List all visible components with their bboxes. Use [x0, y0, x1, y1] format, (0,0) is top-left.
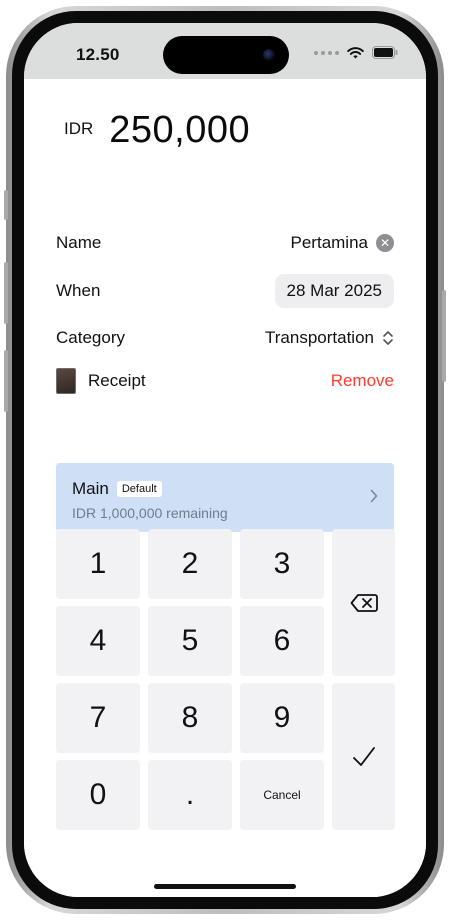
amount-display[interactable]: IDR 250,000: [64, 109, 250, 152]
dynamic-island: [163, 36, 289, 74]
currency-code: IDR: [64, 119, 94, 138]
key-1[interactable]: 1: [56, 529, 140, 599]
clear-name-icon[interactable]: ✕: [376, 234, 394, 252]
status-bar: 12.50: [24, 23, 426, 79]
battery-icon: [372, 46, 398, 59]
category-value: Transportation: [265, 328, 374, 347]
when-label: When: [56, 281, 101, 300]
key-3[interactable]: 3: [240, 529, 324, 599]
category-label: Category: [56, 328, 125, 347]
category-picker[interactable]: Transportation: [265, 328, 394, 348]
name-label: Name: [56, 233, 102, 252]
key-7[interactable]: 7: [56, 683, 140, 753]
default-badge: Default: [116, 481, 162, 497]
home-indicator[interactable]: [154, 884, 296, 889]
cancel-button[interactable]: Cancel: [240, 760, 324, 830]
name-value[interactable]: Pertamina: [291, 233, 368, 253]
confirm-button[interactable]: [332, 683, 395, 830]
key-4[interactable]: 4: [56, 606, 140, 676]
budget-remaining: IDR 1,000,000 remaining: [72, 505, 228, 521]
side-button-left-2: [4, 262, 8, 324]
budget-card[interactable]: Main Default IDR 1,000,000 remaining: [56, 463, 394, 532]
receipt-thumbnail[interactable]: [56, 368, 76, 394]
screen: 12.50 IDR 250,000 Name Pertamina ✕ When …: [24, 23, 426, 897]
status-time: 12.50: [76, 45, 120, 64]
chevron-up-down-icon: [383, 331, 393, 345]
wifi-icon: [347, 46, 364, 58]
category-row[interactable]: Category Transportation: [56, 326, 394, 350]
backspace-button[interactable]: [332, 529, 395, 676]
budget-name: Main: [72, 479, 109, 498]
key-0[interactable]: 0: [56, 760, 140, 830]
key-6[interactable]: 6: [240, 606, 324, 676]
side-button-left-1: [4, 190, 8, 220]
checkmark-icon: [352, 746, 375, 766]
status-icons: [314, 46, 398, 59]
key-decimal[interactable]: .: [148, 760, 232, 830]
amount-value: 250,000: [109, 109, 251, 151]
key-8[interactable]: 8: [148, 683, 232, 753]
receipt-row: Receipt Remove: [56, 368, 394, 394]
side-button-left-3: [4, 350, 8, 412]
chevron-right-icon: [370, 489, 378, 503]
when-row: When 28 Mar 2025: [56, 273, 394, 309]
remove-receipt-button[interactable]: Remove: [331, 371, 394, 391]
receipt-label: Receipt: [88, 371, 146, 390]
date-picker-button[interactable]: 28 Mar 2025: [274, 274, 394, 308]
key-9[interactable]: 9: [240, 683, 324, 753]
signal-dots-icon: [314, 50, 339, 55]
delete-left-icon: [350, 593, 378, 612]
name-row[interactable]: Name Pertamina ✕: [56, 231, 394, 255]
front-camera-icon: [263, 49, 275, 61]
key-5[interactable]: 5: [148, 606, 232, 676]
key-2[interactable]: 2: [148, 529, 232, 599]
side-button-right: [442, 290, 446, 382]
